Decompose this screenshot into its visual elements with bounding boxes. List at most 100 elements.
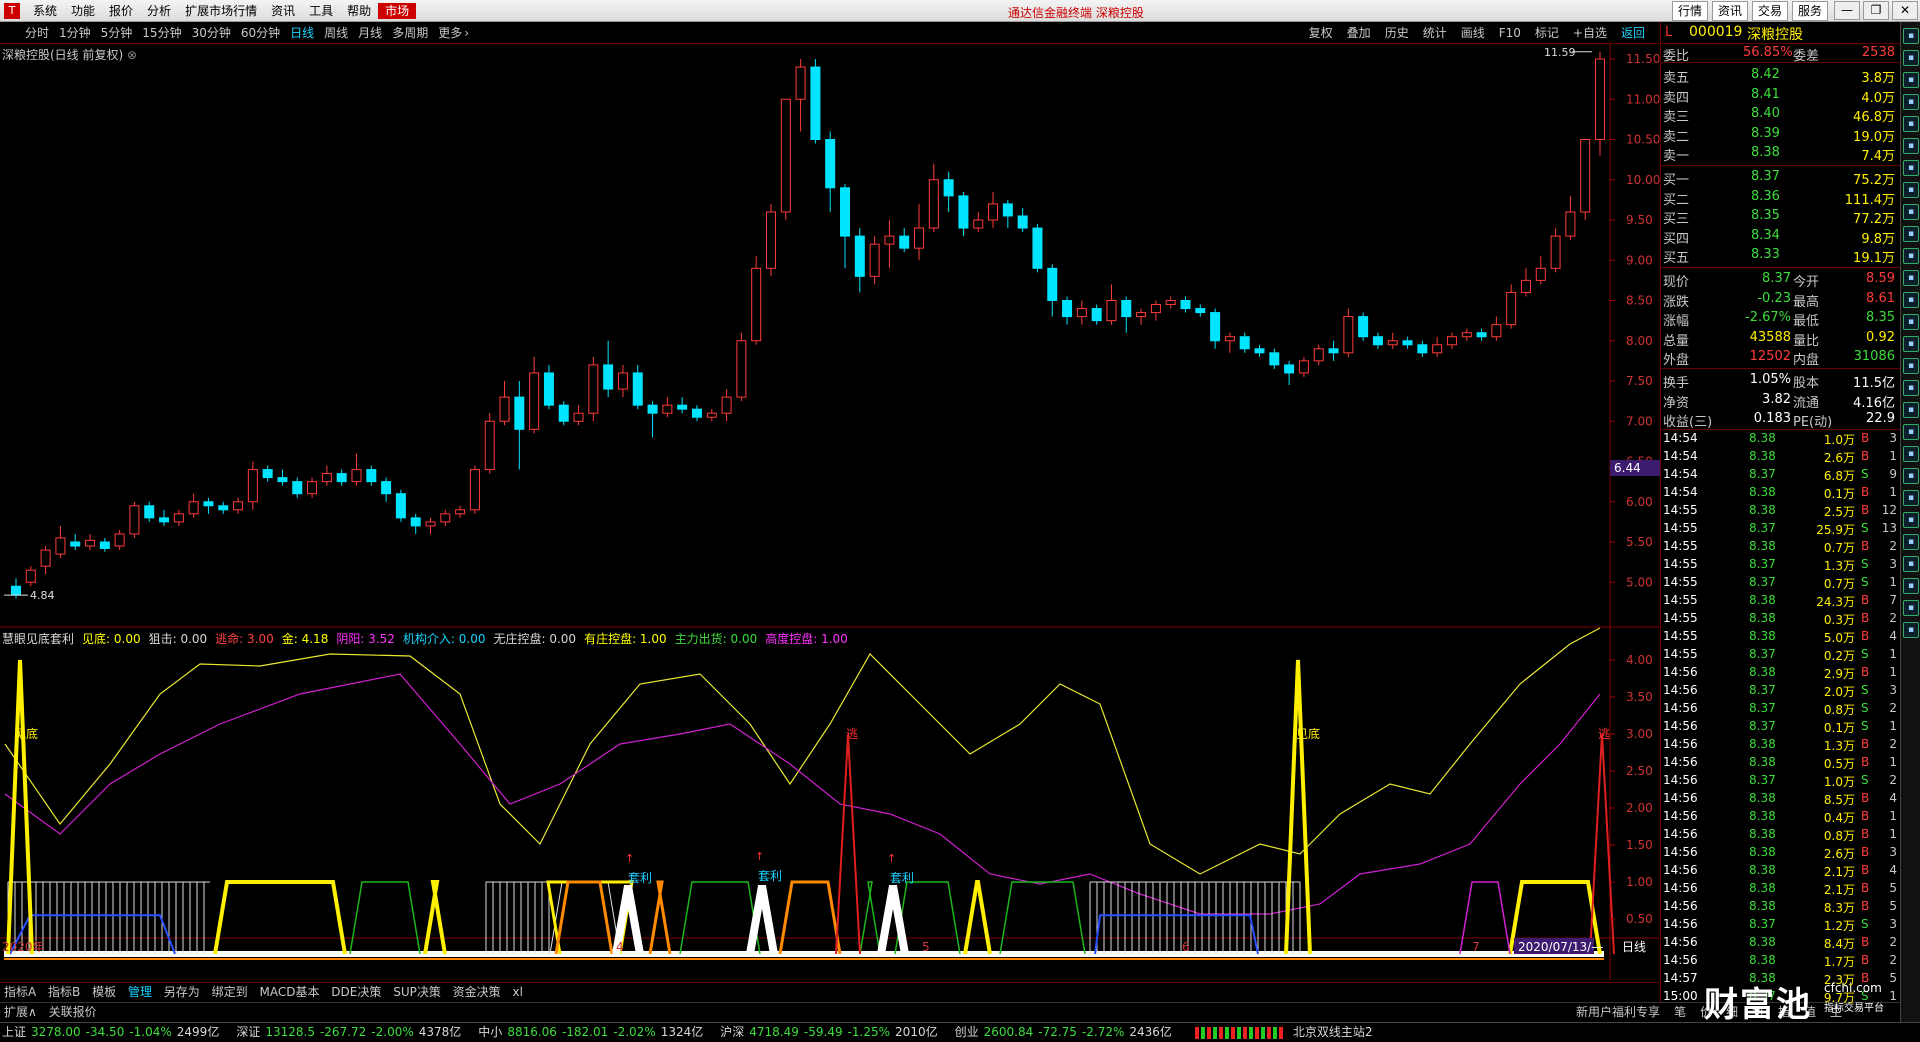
candle-body	[1506, 291, 1517, 326]
menu-extended-market[interactable]: 扩展市场行情	[178, 3, 264, 19]
line-icon[interactable]: ▪	[1903, 160, 1919, 176]
period-tab-60min[interactable]: 60分钟	[236, 25, 285, 41]
period-tab-multi[interactable]: 多周期	[387, 25, 433, 41]
help-icon[interactable]: ▪	[1903, 622, 1919, 638]
fund-icon[interactable]: ▪	[1903, 248, 1919, 264]
tool-fuquan[interactable]: 复权	[1302, 25, 1340, 41]
tool-mark[interactable]: 标记	[1528, 25, 1566, 41]
list-icon[interactable]: ▪	[1903, 28, 1919, 44]
hand-icon[interactable]: ▪	[1903, 534, 1919, 550]
service-button[interactable]: 服务	[1791, 1, 1828, 21]
tab-indicator-b[interactable]: 指标B	[44, 983, 84, 1001]
index-item[interactable]: 深证 13128.5 -267.72 -2.00% 4378亿	[234, 1023, 466, 1041]
promo-link[interactable]: 新用户福利专享	[1572, 1003, 1664, 1021]
extend-toggle[interactable]: 扩展∧	[0, 1003, 41, 1021]
text-icon[interactable]: ▪	[1903, 270, 1919, 286]
tool-draw[interactable]: 画线	[1454, 25, 1492, 41]
pen-icon[interactable]: ▪	[1903, 446, 1919, 462]
info-icon[interactable]: ▪	[1903, 600, 1919, 616]
down-icon[interactable]: ▪	[1903, 490, 1919, 506]
index-item[interactable]: 上证 3278.00 -34.50 -1.04% 2499亿	[0, 1023, 224, 1041]
menu-quote[interactable]: 报价	[102, 3, 140, 19]
table-icon[interactable]: ▪	[1903, 94, 1919, 110]
period-tab-30min[interactable]: 30分钟	[187, 25, 236, 41]
tab-save-as[interactable]: 另存为	[160, 983, 204, 1001]
period-tab-fenshi[interactable]: 分时	[20, 25, 54, 41]
indicator-tabs: 指标A 指标B 模板 管理 另存为 绑定到 MACD基本 DDE决策 SUP决策…	[0, 982, 1660, 1002]
tick-row: 14:56 8.37 2.0万 S 3	[1661, 683, 1901, 701]
related-quote[interactable]: 关联报价	[45, 1003, 101, 1021]
index-item[interactable]: 沪深 4718.49 -59.49 -1.25% 2010亿	[718, 1023, 942, 1041]
period-tab-more[interactable]: 更多 ›	[433, 25, 474, 41]
flag-icon[interactable]: ▪	[1903, 468, 1919, 484]
cal-icon[interactable]: ▪	[1903, 380, 1919, 396]
bar-icon[interactable]: ▪	[1903, 116, 1919, 132]
candle-body	[321, 473, 332, 483]
tool-f10[interactable]: F10	[1492, 25, 1528, 41]
tool-back[interactable]: 返回	[1614, 25, 1652, 41]
period-tab-weekly[interactable]: 周线	[319, 25, 353, 41]
mail-icon[interactable]: ▪	[1903, 578, 1919, 594]
tab-dde[interactable]: DDE决策	[327, 983, 385, 1001]
index-item[interactable]: 创业 2600.84 -72.75 -2.72% 2436亿	[953, 1023, 1177, 1041]
tool-overlay[interactable]: 叠加	[1340, 25, 1378, 41]
news-button[interactable]: 资讯	[1711, 1, 1748, 21]
period-tab-15min[interactable]: 15分钟	[137, 25, 186, 41]
period-tab-monthly[interactable]: 月线	[353, 25, 387, 41]
tab-template[interactable]: 模板	[88, 983, 120, 1001]
menu-system[interactable]: 系统	[26, 3, 64, 19]
news2-icon[interactable]: ▪	[1903, 358, 1919, 374]
period-tab-daily[interactable]: 日线	[285, 25, 319, 41]
rsi-icon[interactable]: ▪	[1903, 402, 1919, 418]
hot-icon[interactable]: ▪	[1903, 314, 1919, 330]
tab-capital[interactable]: 资金决策	[449, 983, 505, 1001]
ob-label: 买三	[1663, 212, 1690, 227]
ind-axis-label: 1.50	[1626, 838, 1653, 852]
restore-icon[interactable]: ❐	[1863, 1, 1889, 20]
kline-chart[interactable]: 11.594.84 见底 见底套利 套利 套利逃 逃↑ ↑ ↑ 11.5011.0010.5…	[0, 44, 1660, 980]
stat-value2: 31086	[1853, 349, 1895, 364]
trade-button[interactable]: 交易	[1751, 1, 1788, 21]
f10-icon[interactable]: ▪	[1903, 226, 1919, 242]
menu-function[interactable]: 功能	[64, 3, 102, 19]
quote-button[interactable]: 行情	[1671, 1, 1708, 21]
menu-analysis[interactable]: 分析	[140, 3, 178, 19]
tab-sup[interactable]: SUP决策	[389, 983, 445, 1001]
menu-help[interactable]: 帮助	[340, 3, 378, 19]
tick-side: B	[1861, 827, 1870, 841]
tick-price: 8.38	[1749, 809, 1776, 823]
menu-news[interactable]: 资讯	[264, 3, 302, 19]
tag-icon[interactable]: ▪	[1903, 556, 1919, 572]
tool-history[interactable]: 历史	[1378, 25, 1416, 41]
tick-side: B	[1861, 431, 1870, 445]
tab-macd[interactable]: MACD基本	[255, 983, 323, 1001]
move-icon[interactable]: ▪	[1903, 424, 1919, 440]
tool-stats[interactable]: 统计	[1416, 25, 1454, 41]
kline-icon[interactable]: ▪	[1903, 138, 1919, 154]
menu-market[interactable]: 市场	[378, 3, 417, 19]
server-name[interactable]: 北京双线主站2	[1293, 1025, 1373, 1039]
menu-tools[interactable]: 工具	[302, 3, 340, 19]
minimize-icon[interactable]: —	[1834, 1, 1860, 20]
tick-count: 1	[1889, 755, 1897, 769]
close-icon[interactable]: ✕	[1892, 1, 1918, 20]
market-breadth-icon	[1194, 1026, 1285, 1039]
tab-bind-to[interactable]: 绑定到	[208, 983, 252, 1001]
status-row: 扩展∧ 关联报价 新用户福利专享 笔 价 细 势 指 值 主	[0, 1002, 1920, 1022]
tab-manage[interactable]: 管理	[124, 983, 156, 1001]
orders-icon[interactable]: ▪	[1903, 336, 1919, 352]
settings-circle-icon[interactable]: ⊗	[127, 48, 137, 62]
tab-indicator-a[interactable]: 指标A	[0, 983, 40, 1001]
period-tab-1min[interactable]: 1分钟	[54, 25, 96, 41]
star-icon[interactable]: ▪	[1903, 512, 1919, 528]
grid-icon[interactable]: ▪	[1903, 72, 1919, 88]
chart-icon[interactable]: ▪	[1903, 50, 1919, 66]
tab-xl[interactable]: xl	[509, 983, 527, 1001]
sort-icon[interactable]: ▪	[1903, 292, 1919, 308]
pie-icon[interactable]: ▪	[1903, 182, 1919, 198]
index-item[interactable]: 中小 8816.06 -182.01 -2.02% 1324亿	[476, 1023, 708, 1041]
period-tab-5min[interactable]: 5分钟	[96, 25, 138, 41]
tool-add-watchlist[interactable]: +自选	[1566, 25, 1614, 41]
news-icon[interactable]: ▪	[1903, 204, 1919, 220]
ob-label: 卖二	[1663, 129, 1690, 145]
